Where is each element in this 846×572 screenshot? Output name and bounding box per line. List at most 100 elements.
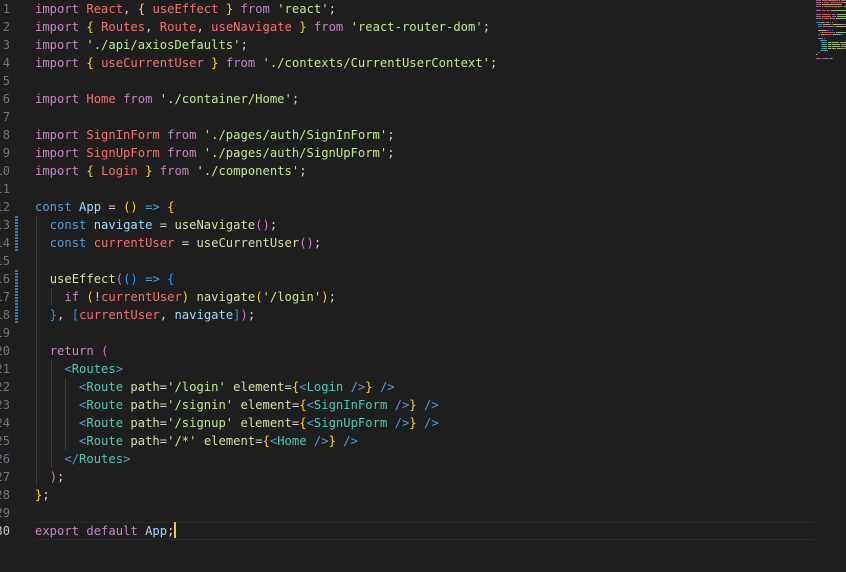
line-number: 3 — [2, 38, 10, 52]
code-token: import — [35, 56, 80, 70]
code-token: } — [409, 416, 417, 430]
code-token: = — [101, 200, 124, 214]
code-line[interactable]: import { useCurrentUser } from './contex… — [35, 54, 497, 72]
code-token: /> — [343, 380, 366, 394]
code-line[interactable]: <Route path='/login' element={<Login />}… — [35, 378, 395, 396]
code-line[interactable]: import './api/axiosDefaults'; — [35, 36, 248, 54]
line-number-gutter[interactable]: 1234567891011121314151617181920212223242… — [0, 0, 22, 572]
code-token: = — [159, 434, 168, 448]
code-token: ( — [115, 272, 124, 286]
modified-line-marker[interactable] — [15, 288, 18, 306]
code-line[interactable]: const navigate = useNavigate(); — [35, 216, 278, 234]
code-token: Routes — [101, 20, 146, 34]
code-token: Route — [86, 416, 124, 430]
code-line[interactable]: <Route path='/signup' element={<SignUpFo… — [35, 414, 439, 432]
code-token: Login — [101, 164, 138, 178]
code-line[interactable]: const currentUser = useCurrentUser(); — [35, 234, 322, 252]
code-line[interactable]: import React, { useEffect } from 'react'… — [35, 0, 336, 18]
code-line[interactable]: if (!currentUser) navigate('/login'); — [35, 288, 336, 306]
code-token: ! — [93, 290, 102, 304]
code-token: } — [299, 20, 307, 34]
code-token: currentUser — [79, 308, 160, 322]
code-editor[interactable]: 1234567891011121314151617181920212223242… — [0, 0, 846, 572]
code-token: const — [35, 200, 72, 214]
line-number: 18 — [0, 308, 10, 322]
text-cursor — [174, 522, 177, 538]
line-number: 29 — [0, 506, 10, 520]
code-line[interactable]: <Route path='/*' element={<Home />} /> — [35, 432, 358, 450]
code-token: ; — [482, 20, 491, 34]
code-token: ; — [387, 128, 395, 142]
minimap-line — [824, 6, 837, 8]
minimap-line — [832, 58, 834, 60]
line-number: 10 — [0, 164, 10, 178]
minimap-line — [835, 26, 846, 28]
code-token: path — [130, 416, 160, 430]
code-line[interactable]: return ( — [35, 342, 109, 360]
code-line[interactable]: export default App; — [35, 522, 177, 540]
minimap-line — [832, 48, 836, 50]
line-number: 9 — [2, 146, 10, 160]
code-line[interactable]: const App = () => { — [35, 198, 174, 216]
code-token: = — [159, 398, 168, 412]
code-token: currentUser — [93, 236, 175, 250]
code-token: navigate — [174, 308, 234, 322]
code-line[interactable]: <Routes> — [35, 360, 123, 378]
code-token: /> — [335, 434, 358, 448]
minimap-line — [833, 34, 841, 36]
code-token: , — [196, 20, 212, 34]
modified-line-marker[interactable] — [15, 306, 18, 324]
code-token: Route — [86, 380, 124, 394]
code-token: 'react-router-dom' — [350, 20, 483, 34]
line-number: 24 — [0, 416, 10, 430]
code-token: import — [35, 38, 80, 52]
minimap[interactable] — [816, 0, 846, 62]
modified-line-marker[interactable] — [15, 216, 18, 234]
code-line[interactable]: </Routes> — [35, 450, 130, 468]
line-number: 26 — [0, 452, 10, 466]
line-number: 22 — [0, 380, 10, 394]
modified-line-marker[interactable] — [15, 270, 18, 288]
modified-line-marker[interactable] — [15, 234, 18, 252]
line-number: 1 — [2, 2, 10, 16]
line-number: 23 — [0, 398, 10, 412]
code-token: SignUpForm — [86, 146, 160, 160]
code-line[interactable]: }; — [35, 486, 50, 504]
code-area[interactable]: import React, { useEffect } from 'react'… — [35, 0, 815, 572]
code-token: Login — [306, 380, 344, 394]
code-token: './components' — [196, 164, 300, 178]
code-token: , — [145, 20, 160, 34]
code-line[interactable]: import { Routes, Route, useNavigate } fr… — [35, 18, 490, 36]
code-token: const — [49, 236, 87, 250]
code-line[interactable]: <Route path='/signin' element={<SignInFo… — [35, 396, 439, 414]
code-token: useNavigate — [174, 218, 256, 232]
code-line[interactable]: }, [currentUser, navigate]); — [35, 306, 256, 324]
line-number: 8 — [2, 128, 10, 142]
code-line[interactable]: import SignInForm from './pages/auth/Sig… — [35, 126, 395, 144]
code-line[interactable]: import SignUpForm from './pages/auth/Sig… — [35, 144, 395, 162]
code-token: ) — [321, 290, 329, 304]
minimap-line — [835, 18, 846, 20]
minimap-line — [831, 10, 846, 12]
code-line[interactable]: ); — [35, 468, 65, 486]
minimap-line — [842, 34, 844, 36]
code-line[interactable]: useEffect(() => { — [35, 270, 175, 288]
code-line[interactable]: import Home from './container/Home'; — [35, 90, 299, 108]
code-token: navigate — [93, 218, 153, 232]
code-line[interactable]: import { Login } from './components'; — [35, 162, 307, 180]
code-token: '/signin' — [167, 398, 234, 412]
code-token: useCurrentUser — [101, 56, 204, 70]
line-number: 6 — [2, 92, 10, 106]
